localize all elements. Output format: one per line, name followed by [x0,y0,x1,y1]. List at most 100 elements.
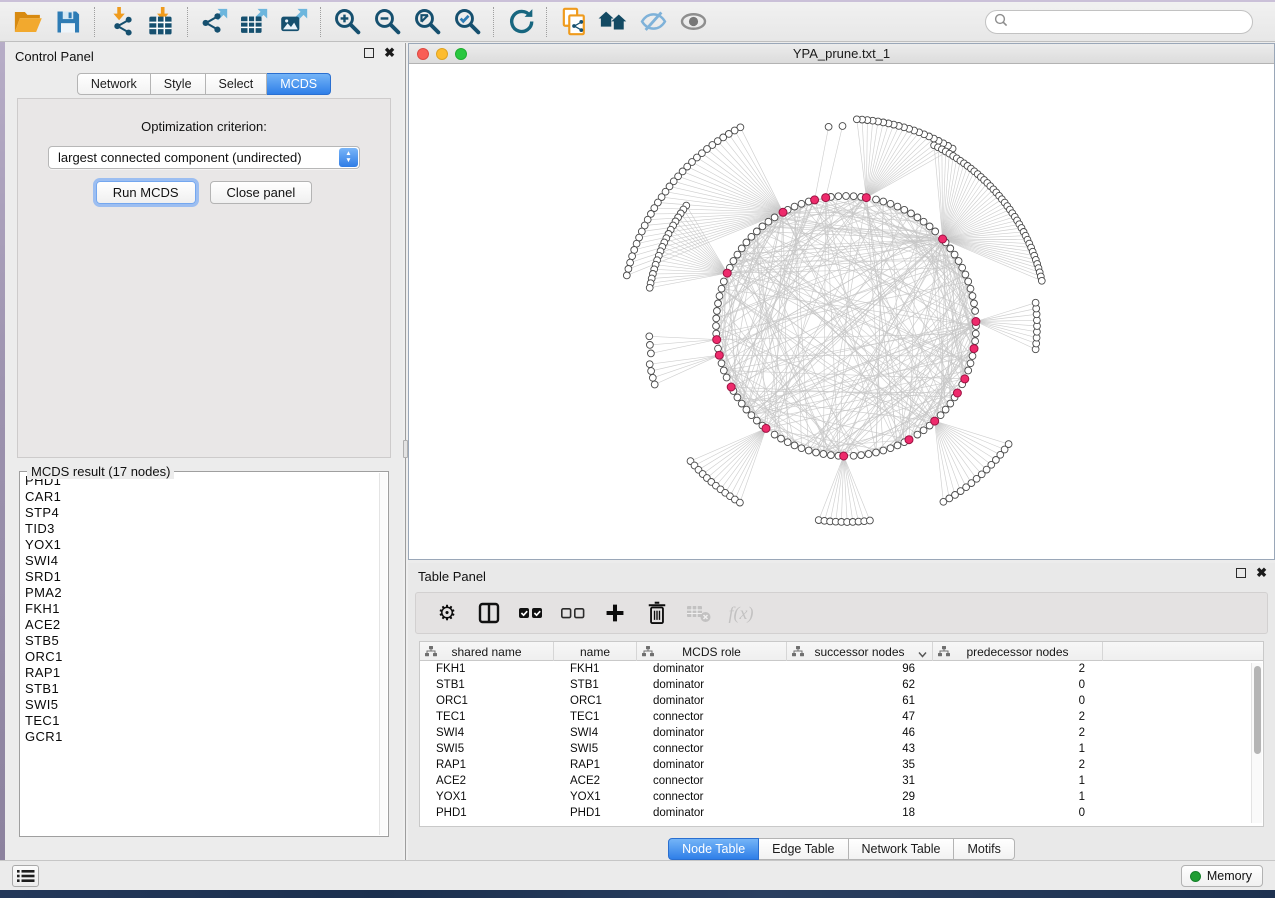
graph-node[interactable] [967,285,974,292]
graph-node[interactable] [765,218,772,225]
float-table-panel-icon[interactable] [1236,568,1246,578]
graph-node-mcds[interactable] [931,417,939,425]
graph-node-mcds[interactable] [727,383,735,391]
zoom-selected-icon[interactable] [447,5,487,39]
mcds-result-list[interactable]: PHD1CAR1STP4TID3YOX1SWI4SRD1PMA2FKH1ACE2… [21,473,379,835]
graph-node-mcds[interactable] [939,235,947,243]
graph-node[interactable] [743,406,750,413]
graph-node[interactable] [648,368,655,375]
graph-node[interactable] [738,245,745,252]
graph-node[interactable] [820,451,827,458]
graph-node[interactable] [858,452,865,459]
graph-node[interactable] [718,285,725,292]
import-network-icon[interactable] [101,5,141,39]
settings-gear-icon[interactable]: ⚙ [428,596,466,630]
graph-node[interactable] [971,300,978,307]
table-row[interactable]: YOX1YOX1connector291 [420,789,1263,805]
graph-node[interactable] [914,431,921,438]
graph-node[interactable] [951,251,958,258]
graph-node[interactable] [715,300,722,307]
graph-node[interactable] [748,233,755,240]
deselect-all-icon[interactable] [554,596,592,630]
graph-node[interactable] [778,435,785,442]
minimize-window-icon[interactable] [436,48,448,60]
network-window-titlebar[interactable]: YPA_prune.txt_1 [409,44,1274,64]
graph-node[interactable] [1038,277,1045,284]
graph-node[interactable] [853,116,860,123]
graph-node[interactable] [947,400,954,407]
graph-node[interactable] [825,123,832,130]
graph-node[interactable] [649,374,656,381]
refresh-view-icon[interactable] [500,5,540,39]
graph-node[interactable] [828,452,835,459]
graph-node-mcds[interactable] [862,194,870,202]
houses-icon[interactable] [593,5,633,39]
graph-node[interactable] [850,193,857,200]
close-panel-button[interactable]: Close panel [210,181,313,204]
show-columns-icon[interactable] [470,596,508,630]
graph-node[interactable] [791,442,798,449]
graph-node[interactable] [791,203,798,210]
table-row[interactable]: STB1STB1dominator620 [420,677,1263,693]
graph-node[interactable] [965,278,972,285]
graph-node[interactable] [753,228,760,235]
graph-node[interactable] [880,198,887,205]
graph-node[interactable] [972,308,979,315]
graph-node-mcds[interactable] [822,194,830,202]
optimization-criterion-select[interactable]: largest connected component (undirected)… [48,146,360,169]
graph-node[interactable] [748,412,755,419]
add-column-icon[interactable] [596,596,634,630]
import-table-icon[interactable] [141,5,181,39]
tab-select[interactable]: Select [206,73,268,95]
graph-node[interactable] [955,258,962,265]
graph-node[interactable] [646,361,653,368]
graph-node[interactable] [880,447,887,454]
graph-node[interactable] [627,259,634,266]
zoom-window-icon[interactable] [455,48,467,60]
graph-node[interactable] [962,271,969,278]
graph-node[interactable] [894,203,901,210]
graph-node[interactable] [648,350,655,357]
table-row[interactable]: FKH1FKH1dominator962 [420,661,1263,677]
close-table-panel-icon[interactable]: ✖ [1256,568,1267,578]
graph-node[interactable] [887,200,894,207]
graph-node-mcds[interactable] [972,318,980,326]
graph-node-mcds[interactable] [953,389,961,397]
graph-node[interactable] [734,394,741,401]
graph-node[interactable] [713,315,720,322]
graph-node-mcds[interactable] [840,452,848,460]
graph-node[interactable] [738,400,745,407]
graph-node[interactable] [743,239,750,246]
zoom-out-icon[interactable] [367,5,407,39]
float-panel-icon[interactable] [364,48,374,58]
memory-button[interactable]: Memory [1181,865,1263,887]
graph-node[interactable] [867,517,874,524]
close-window-icon[interactable] [417,48,429,60]
graph-node[interactable] [839,123,846,130]
graph-node[interactable] [720,367,727,374]
graph-node[interactable] [813,449,820,456]
graph-node[interactable] [887,445,894,452]
graph-node[interactable] [730,258,737,265]
graph-node[interactable] [843,193,850,200]
graph-node[interactable] [932,228,939,235]
column-header-MCDS-role[interactable]: MCDS role [637,642,787,661]
network-canvas[interactable] [409,64,1274,559]
graph-node[interactable] [959,264,966,271]
table-scrollbar-thumb[interactable] [1254,666,1261,754]
column-header-successor-nodes[interactable]: successor nodes [787,642,933,661]
graph-node[interactable] [651,381,658,388]
graph-node[interactable] [920,218,927,225]
delete-column-icon[interactable] [638,596,676,630]
graph-node[interactable] [723,374,730,381]
graph-node-mcds[interactable] [715,351,723,359]
graph-node[interactable] [646,333,653,340]
mcds-list-scrollbar[interactable] [379,473,387,835]
graph-node-mcds[interactable] [762,424,770,432]
graph-node[interactable] [720,278,727,285]
graph-node[interactable] [734,251,741,258]
zoom-fit-icon[interactable] [407,5,447,39]
hide-details-icon[interactable] [633,5,673,39]
table-scrollbar[interactable] [1251,663,1262,823]
graph-node[interactable] [873,196,880,203]
